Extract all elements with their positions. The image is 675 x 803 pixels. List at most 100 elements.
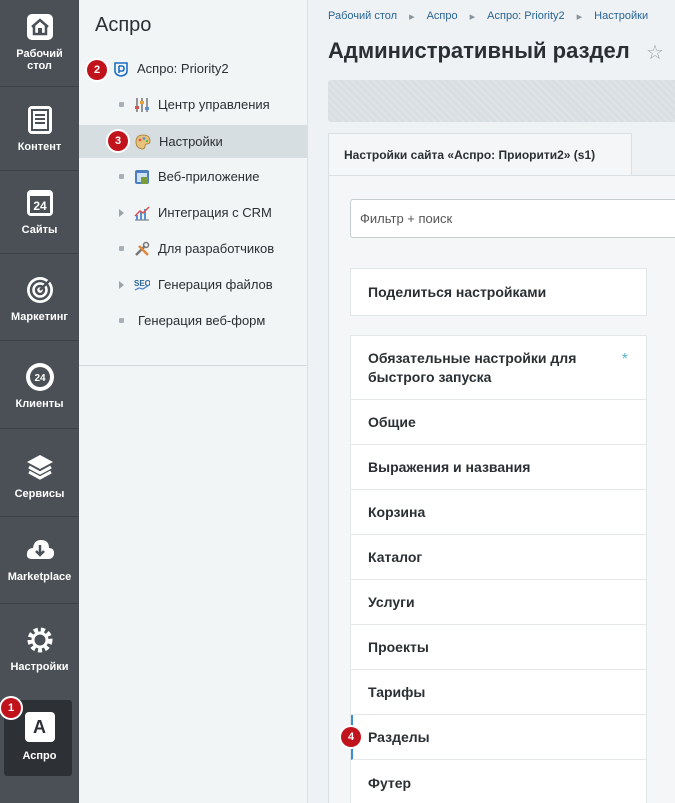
chart-growth-icon — [134, 205, 150, 220]
rail-item-sites[interactable]: 24 Сайты — [0, 188, 79, 236]
menu-item-label: Генерация веб-форм — [138, 313, 266, 328]
rail-item-desktop[interactable]: Рабочий стол — [0, 12, 79, 72]
tab-site-settings[interactable]: Настройки сайта «Аспро: Приорити2» (s1) — [328, 133, 632, 175]
required-mark: * — [621, 351, 628, 368]
settings-item-footer[interactable]: Футер — [351, 760, 646, 803]
rail-item-marketing[interactable]: Маркетинг — [0, 275, 79, 323]
settings-item-label: Обязательные настройки для быстрого запу… — [368, 349, 577, 385]
divider — [0, 428, 79, 429]
left-rail: Рабочий стол Контент 24 Сайты Маркетинг — [0, 0, 79, 803]
tab-underline — [328, 175, 675, 176]
bullet — [119, 102, 124, 107]
rail-item-content[interactable]: Контент — [0, 105, 79, 153]
menu-item-web-app[interactable]: Веб-приложение — [79, 160, 307, 193]
document-icon — [27, 106, 52, 134]
breadcrumb: Рабочий стол ▸ Аспро ▸ Аспро: Priority2 … — [328, 10, 648, 23]
rail-label: Клиенты — [15, 398, 64, 410]
breadcrumb-link[interactable]: Аспро: Priority2 — [487, 10, 564, 23]
divider — [0, 340, 79, 341]
divider — [0, 603, 79, 604]
rail-label: Рабочий стол — [16, 48, 63, 72]
toolbar-panel — [328, 80, 675, 122]
favorite-star-icon[interactable]: ☆ — [646, 40, 664, 65]
page-title: Административный раздел — [328, 38, 630, 63]
palette-icon — [135, 134, 151, 149]
svg-text:24: 24 — [33, 199, 47, 213]
rail-item-services[interactable]: Сервисы — [0, 452, 79, 500]
settings-item-catalog[interactable]: Каталог — [351, 535, 646, 580]
menu-divider — [79, 365, 307, 366]
seo-icon: SEO — [134, 279, 150, 291]
menu-item-crm-integration[interactable]: Интеграция с CRM — [79, 196, 307, 229]
bullet — [119, 246, 124, 251]
aspro-a-icon: A — [24, 712, 55, 742]
rail-label: Аспро — [22, 750, 57, 762]
settings-item-cart[interactable]: Корзина — [351, 490, 646, 535]
menu-item-label: Центр управления — [158, 97, 270, 112]
home-icon — [26, 14, 53, 40]
menu-item-aspro-priority2[interactable]: Аспро: Priority2 — [79, 52, 307, 85]
sliders-icon — [135, 97, 149, 112]
settings-item-required[interactable]: Обязательные настройки для быстрого запу… — [351, 336, 646, 400]
breadcrumb-link[interactable]: Рабочий стол — [328, 10, 397, 23]
secondary-menu: Аспро Аспро: Priority2 Центр управления … — [79, 0, 308, 803]
share-settings-item[interactable]: Поделиться настройками — [351, 269, 646, 315]
target-icon — [26, 277, 53, 303]
settings-item-general[interactable]: Общие — [351, 400, 646, 445]
rail-label: Сайты — [21, 224, 58, 236]
share-settings-card: Поделиться настройками — [350, 268, 647, 316]
menu-item-label: Настройки — [159, 134, 223, 149]
rail-item-marketplace[interactable]: Marketplace — [0, 535, 79, 583]
breadcrumb-link[interactable]: Аспро — [427, 10, 458, 23]
expand-arrow-icon[interactable] — [119, 208, 124, 217]
rail-label: Marketplace — [7, 571, 72, 583]
step-badge: 1 — [1, 698, 21, 718]
cloud-download-icon — [26, 540, 54, 559]
menu-item-label: Веб-приложение — [158, 169, 260, 184]
menu-item-label: Для разработчиков — [158, 241, 275, 256]
settings-item-sections[interactable]: Разделы — [351, 715, 646, 760]
rail-label: Маркетинг — [11, 311, 68, 323]
rail-item-settings[interactable]: Настройки — [0, 625, 79, 673]
rail-label: Сервисы — [14, 488, 65, 500]
clients-24-icon: 24 — [25, 363, 54, 391]
calendar-24-icon: 24 — [26, 190, 53, 216]
menu-item-label: Генерация файлов — [158, 277, 273, 292]
divider — [0, 516, 79, 517]
step-badge: 3 — [108, 131, 128, 151]
step-badge: 4 — [341, 727, 361, 747]
tools-icon — [135, 241, 150, 256]
layers-icon — [26, 455, 53, 480]
settings-item-tariffs[interactable]: Тарифы — [351, 670, 646, 715]
breadcrumb-link[interactable]: Настройки — [594, 10, 648, 23]
rail-item-aspro[interactable]: A Аспро — [0, 712, 79, 762]
breadcrumb-separator-icon: ▸ — [576, 11, 583, 23]
svg-text:24: 24 — [34, 373, 46, 384]
menu-item-developers[interactable]: Для разработчиков — [79, 232, 307, 265]
menu-item-control-center[interactable]: Центр управления — [79, 88, 307, 121]
expand-arrow-icon[interactable] — [119, 280, 124, 289]
rail-label: Контент — [17, 141, 62, 153]
settings-item-phrases[interactable]: Выражения и названия — [351, 445, 646, 490]
divider — [0, 170, 79, 171]
priority-logo-icon — [114, 61, 128, 77]
menu-item-label: Аспро: Priority2 — [137, 61, 229, 76]
filter-search-input[interactable] — [350, 199, 675, 238]
menu-item-webform-generation[interactable]: Генерация веб-форм — [79, 304, 307, 337]
divider — [0, 86, 79, 87]
settings-item-projects[interactable]: Проекты — [351, 625, 646, 670]
bullet — [119, 318, 124, 323]
web-app-icon — [135, 169, 149, 184]
menu-item-file-generation[interactable]: SEO Генерация файлов — [79, 268, 307, 301]
breadcrumb-separator-icon: ▸ — [469, 11, 476, 23]
divider — [0, 253, 79, 254]
bullet — [119, 174, 124, 179]
settings-item-services[interactable]: Услуги — [351, 580, 646, 625]
menu-item-label: Интеграция с CRM — [158, 205, 272, 220]
rail-item-clients[interactable]: 24 Клиенты — [0, 362, 79, 410]
step-badge: 2 — [87, 60, 107, 80]
gear-icon — [27, 627, 52, 653]
breadcrumb-separator-icon: ▸ — [409, 11, 415, 23]
menu-title: Аспро — [95, 14, 152, 36]
rail-label: Настройки — [10, 661, 69, 673]
